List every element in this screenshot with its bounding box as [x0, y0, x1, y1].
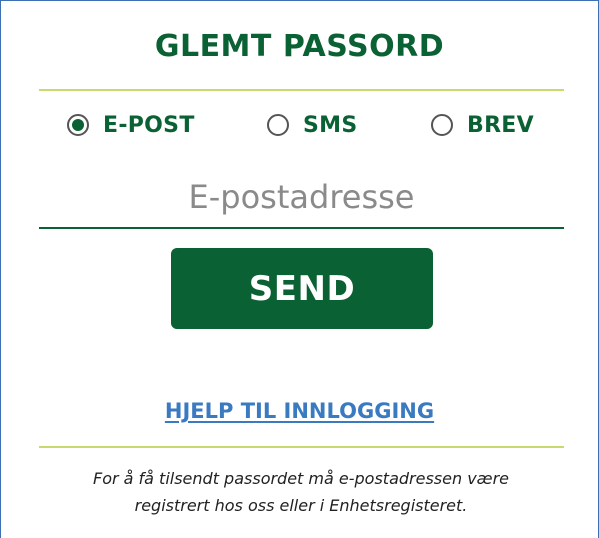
send-button[interactable]: SEND: [171, 248, 433, 329]
radio-epost-label: E-POST: [103, 112, 195, 138]
help-login-link-row: HJELP TIL INNLOGGING: [1, 399, 598, 423]
radio-epost[interactable]: E-POST: [67, 107, 195, 143]
info-note-line-1: For å få tilsendt passordet må e-postadr…: [92, 469, 509, 488]
radio-sms[interactable]: SMS: [267, 107, 357, 143]
radio-brev[interactable]: BREV: [431, 107, 534, 143]
radio-brev-indicator[interactable]: [431, 114, 453, 136]
radio-epost-indicator[interactable]: [67, 114, 89, 136]
radio-sms-indicator[interactable]: [267, 114, 289, 136]
info-note-line-2: registrert hos oss eller i Enhetsregiste…: [134, 496, 468, 515]
bottom-divider: [39, 446, 564, 448]
top-divider: [39, 89, 564, 91]
page-title: GLEMT PASSORD: [154, 29, 445, 64]
help-login-link[interactable]: HJELP TIL INNLOGGING: [165, 399, 434, 423]
info-note: For å få tilsendt passordet må e-postadr…: [51, 465, 551, 519]
radio-sms-label: SMS: [303, 112, 358, 138]
delivery-method-group: E-POST SMS BREV: [1, 107, 598, 143]
forgot-password-panel: GLEMT PASSORD E-POST SMS BREV SEND HJELP…: [0, 0, 599, 538]
radio-brev-label: BREV: [467, 112, 534, 138]
email-field[interactable]: [39, 167, 564, 229]
